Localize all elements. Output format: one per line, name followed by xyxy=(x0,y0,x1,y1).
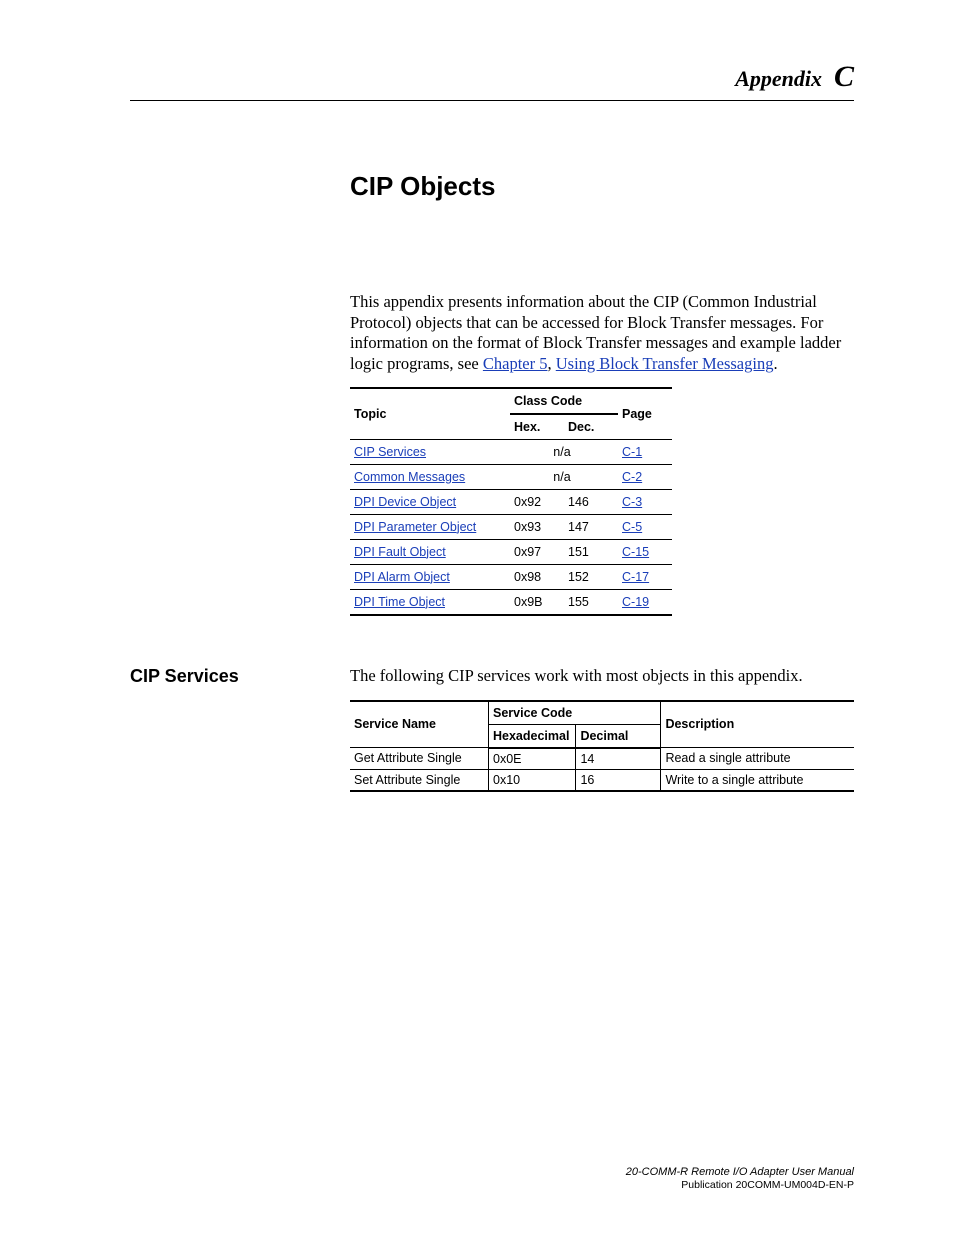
page-cell: C-5 xyxy=(618,514,672,539)
name-cell: Set Attribute Single xyxy=(350,769,489,791)
dec-cell: 147 xyxy=(564,514,618,539)
appendix-word: Appendix xyxy=(735,66,822,91)
class-code-na: n/a xyxy=(510,439,618,464)
intro-paragraph: This appendix presents information about… xyxy=(350,292,854,375)
cip-services-section: CIP Services The following CIP services … xyxy=(130,666,854,792)
desc-cell: Read a single attribute xyxy=(661,748,854,770)
page-cell: C-19 xyxy=(618,589,672,615)
dec-cell: 151 xyxy=(564,539,618,564)
th-page: Page xyxy=(618,388,672,440)
topic-link[interactable]: DPI Fault Object xyxy=(354,545,446,559)
table-row: DPI Alarm Object 0x98152 C-17 xyxy=(350,564,672,589)
hex-cell: 0x10 xyxy=(489,769,576,791)
table-row: DPI Time Object 0x9B155 C-19 xyxy=(350,589,672,615)
page: Appendix C CIP Objects This appendix pre… xyxy=(0,0,954,1235)
footer-manual-title: 20-COMM-R Remote I/O Adapter User Manual xyxy=(626,1166,854,1178)
intro-text-2: . xyxy=(773,354,777,373)
page-title: CIP Objects xyxy=(350,171,854,202)
appendix-letter: C xyxy=(834,60,854,93)
link-chapter-5[interactable]: Chapter 5 xyxy=(483,354,548,373)
footer-publication: Publication 20COMM-UM004D-EN-P xyxy=(626,1179,854,1191)
topic-table: Topic Class Code Page Hex. Dec. CIP Serv… xyxy=(350,387,672,616)
topic-cell: DPI Device Object xyxy=(350,489,510,514)
section-intro: The following CIP services work with mos… xyxy=(350,666,854,686)
dec-cell: 14 xyxy=(576,748,661,770)
hex-cell: 0x0E xyxy=(489,748,576,770)
page-cell: C-2 xyxy=(618,464,672,489)
topic-cell: DPI Fault Object xyxy=(350,539,510,564)
section-heading: CIP Services xyxy=(130,666,350,687)
table-row: DPI Parameter Object 0x93147 C-5 xyxy=(350,514,672,539)
page-link[interactable]: C-5 xyxy=(622,520,642,534)
page-link[interactable]: C-3 xyxy=(622,495,642,509)
dec-cell: 152 xyxy=(564,564,618,589)
page-footer: 20-COMM-R Remote I/O Adapter User Manual… xyxy=(626,1166,854,1191)
desc-cell: Write to a single attribute xyxy=(661,769,854,791)
topic-link[interactable]: CIP Services xyxy=(354,445,426,459)
section-body: The following CIP services work with mos… xyxy=(350,666,854,792)
page-link[interactable]: C-1 xyxy=(622,445,642,459)
topic-cell: Common Messages xyxy=(350,464,510,489)
page-link[interactable]: C-15 xyxy=(622,545,649,559)
page-header: Appendix C xyxy=(130,60,854,101)
services-table-body: Get Attribute Single0x0E14Read a single … xyxy=(350,748,854,791)
dec-cell: 146 xyxy=(564,489,618,514)
page-cell: C-3 xyxy=(618,489,672,514)
page-link[interactable]: C-19 xyxy=(622,595,649,609)
page-cell: C-15 xyxy=(618,539,672,564)
topic-cell: DPI Time Object xyxy=(350,589,510,615)
th-service-code: Service Code xyxy=(489,701,661,725)
hex-cell: 0x98 xyxy=(510,564,564,589)
topic-link[interactable]: DPI Time Object xyxy=(354,595,445,609)
table-row: DPI Device Object 0x92146 C-3 xyxy=(350,489,672,514)
page-cell: C-1 xyxy=(618,439,672,464)
topic-cell: DPI Parameter Object xyxy=(350,514,510,539)
name-cell: Get Attribute Single xyxy=(350,748,489,770)
th-description: Description xyxy=(661,701,854,748)
topic-link[interactable]: DPI Device Object xyxy=(354,495,456,509)
topic-link[interactable]: DPI Alarm Object xyxy=(354,570,450,584)
table-row: Set Attribute Single0x1016Write to a sin… xyxy=(350,769,854,791)
table-row: Get Attribute Single0x0E14Read a single … xyxy=(350,748,854,770)
hex-cell: 0x9B xyxy=(510,589,564,615)
page-link[interactable]: C-2 xyxy=(622,470,642,484)
class-code-na: n/a xyxy=(510,464,618,489)
th-hex: Hex. xyxy=(510,414,564,440)
th-dec: Dec. xyxy=(564,414,618,440)
dec-cell: 155 xyxy=(564,589,618,615)
hex-cell: 0x97 xyxy=(510,539,564,564)
th-decimal: Decimal xyxy=(576,724,661,748)
th-service-name: Service Name xyxy=(350,701,489,748)
page-link[interactable]: C-17 xyxy=(622,570,649,584)
page-cell: C-17 xyxy=(618,564,672,589)
table-row: Common Messages n/a C-2 xyxy=(350,464,672,489)
topic-link[interactable]: DPI Parameter Object xyxy=(354,520,476,534)
hex-cell: 0x93 xyxy=(510,514,564,539)
intro-sep: , xyxy=(548,354,556,373)
table-row: CIP Services n/a C-1 xyxy=(350,439,672,464)
th-hexadecimal: Hexadecimal xyxy=(489,724,576,748)
services-table: Service Name Service Code Description He… xyxy=(350,700,854,792)
th-topic: Topic xyxy=(350,388,510,440)
topic-cell: CIP Services xyxy=(350,439,510,464)
hex-cell: 0x92 xyxy=(510,489,564,514)
table-row: DPI Fault Object 0x97151 C-15 xyxy=(350,539,672,564)
dec-cell: 16 xyxy=(576,769,661,791)
th-class-code: Class Code xyxy=(510,388,618,414)
link-block-transfer[interactable]: Using Block Transfer Messaging xyxy=(556,354,774,373)
main-content: CIP Objects This appendix presents infor… xyxy=(350,171,854,616)
topic-cell: DPI Alarm Object xyxy=(350,564,510,589)
topic-link[interactable]: Common Messages xyxy=(354,470,465,484)
topic-table-body: CIP Services n/a C-1 Common Messages n/a C-2 D… xyxy=(350,439,672,615)
